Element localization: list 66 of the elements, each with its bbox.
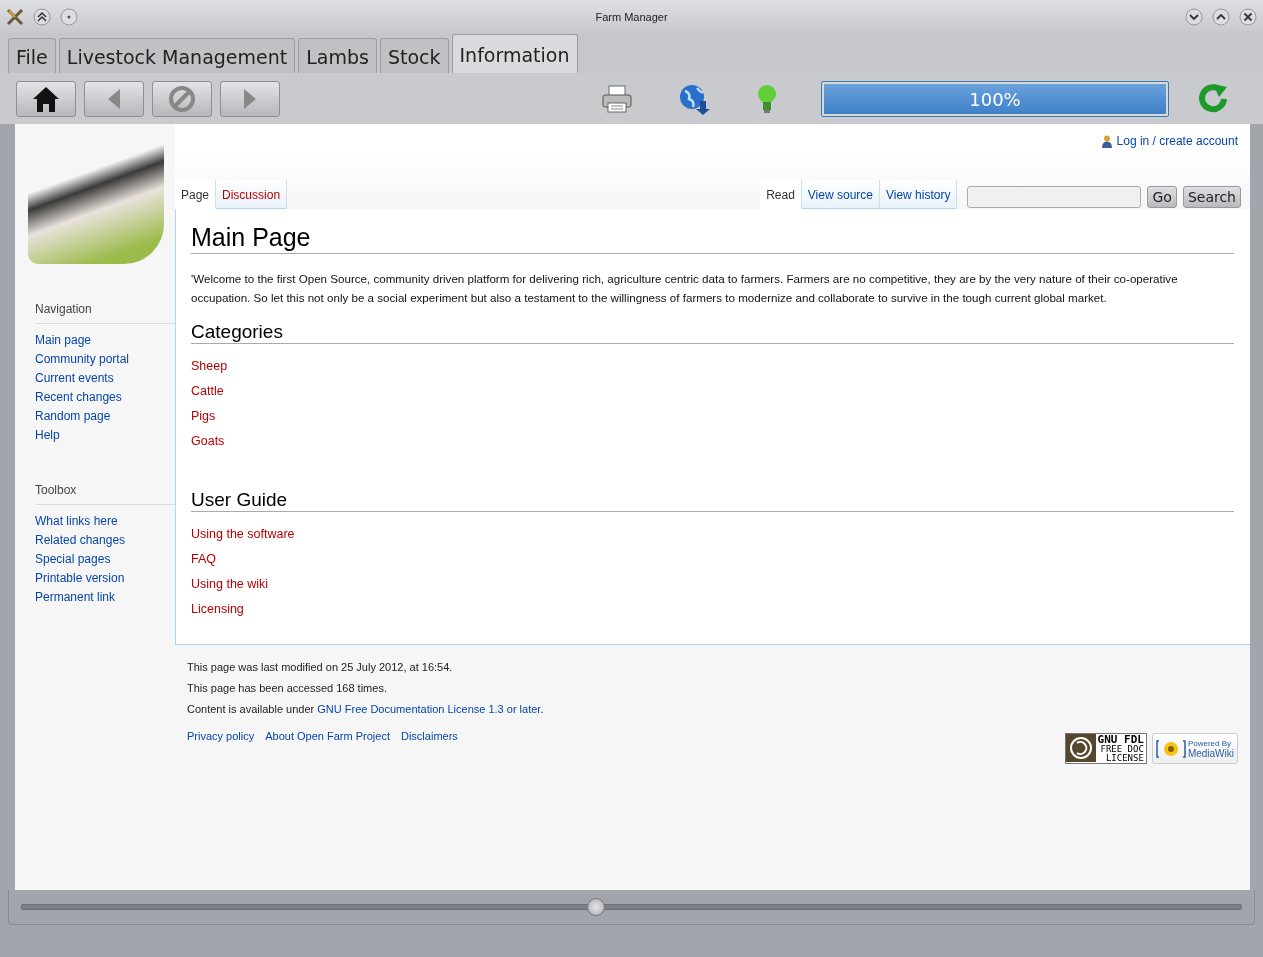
sidebar-link[interactable]: Current events <box>35 369 175 388</box>
sidebar-link[interactable]: Community portal <box>35 350 175 369</box>
go-button[interactable]: Go <box>1147 186 1177 208</box>
last-modified-text: This page was last modified on 25 July 2012, at 16:54. <box>187 661 454 673</box>
stop-icon <box>168 84 196 113</box>
tab[interactable]: Stock <box>379 38 449 73</box>
footer-link[interactable]: About Open Farm Project <box>265 730 390 742</box>
sticky-icon[interactable] <box>60 7 78 26</box>
access-count-text: This page has been accessed 168 times. <box>187 682 388 694</box>
content-link[interactable]: Sheep <box>191 354 1234 379</box>
sidebar-link[interactable]: What links here <box>35 512 175 531</box>
stop-button[interactable] <box>152 80 212 117</box>
back-button[interactable] <box>84 80 144 117</box>
page-tab[interactable]: Page <box>175 180 217 209</box>
slider-thumb[interactable] <box>586 898 605 916</box>
sidebar-link[interactable]: Main page <box>35 331 175 350</box>
app-icon[interactable] <box>6 7 24 26</box>
footer-link[interactable]: Disclaimers <box>401 730 458 742</box>
search-field[interactable] <box>967 186 1142 208</box>
globe-download-icon[interactable] <box>677 82 711 115</box>
home-button[interactable] <box>16 80 76 117</box>
zoom-slider[interactable] <box>21 898 1242 916</box>
window-title: Farm Manager <box>594 10 669 23</box>
content-link[interactable]: Goats <box>191 429 1234 454</box>
mediawiki-badge[interactable]: Powered By MediaWiki <box>1151 733 1238 764</box>
sidebar-link[interactable]: Random page <box>35 407 175 426</box>
sidebar-link[interactable]: Special pages <box>35 550 175 569</box>
printer-icon[interactable] <box>601 83 633 114</box>
content-link[interactable]: Using the wiki <box>191 572 1234 597</box>
content-link[interactable]: Cattle <box>191 379 1234 404</box>
minimize-icon[interactable] <box>1185 7 1203 26</box>
home-icon <box>31 84 61 113</box>
lightbulb-icon[interactable] <box>755 82 779 115</box>
tab[interactable]: Lambs <box>298 38 377 73</box>
view-tab[interactable]: View source <box>801 180 880 209</box>
section-heading: Categories <box>191 321 1234 344</box>
intro-paragraph: 'Welcome to the first Open Source, community driven platform for delivering rich, agriculture centric data to farmers. Farmers are no competitive, they are by the very nature of their co-operative occupation. So let this not only be a social experiment but also a testament to the willingness of farmers to modernize and collaborate to survive in the tough current global market. <box>191 271 1179 306</box>
content-link[interactable]: Using the software <box>191 522 1234 547</box>
tab[interactable]: File <box>8 38 56 73</box>
content-link[interactable]: FAQ <box>191 547 1234 572</box>
sidebar-link[interactable]: Related changes <box>35 531 175 550</box>
view-tab[interactable]: Read <box>760 180 802 209</box>
view-tab[interactable]: View history <box>880 180 958 209</box>
maximize-icon[interactable] <box>1212 7 1230 26</box>
footer-link[interactable]: Privacy policy <box>187 730 255 742</box>
sidebar-link[interactable]: Printable version <box>35 569 175 588</box>
close-icon[interactable] <box>1239 7 1257 26</box>
keep-above-icon[interactable] <box>33 7 51 26</box>
content-link[interactable]: Pigs <box>191 404 1234 429</box>
section-heading: User Guide <box>191 489 1234 512</box>
license-text: Content is available under GNU Free Documentation License 1.3 or later. <box>187 703 544 715</box>
tab[interactable]: Livestock Management <box>58 38 296 73</box>
tab[interactable]: Information <box>451 34 578 73</box>
gfdl-badge[interactable]: GNU FDL FREE DOC LICENSE <box>1064 733 1147 764</box>
sidebar-link[interactable]: Help <box>35 426 175 445</box>
progress-reading: 100% <box>968 88 1022 110</box>
page-title: Main Page <box>191 223 1234 254</box>
page-tab[interactable]: Discussion <box>216 180 288 209</box>
sidebar-link[interactable]: Permanent link <box>35 588 175 607</box>
forward-button[interactable] <box>220 80 280 117</box>
license-link[interactable]: GNU Free Documentation License 1.3 or later <box>317 703 541 715</box>
content-link[interactable]: Licensing <box>191 597 1234 622</box>
search-button[interactable]: Search <box>1182 186 1241 208</box>
user-icon <box>1101 134 1112 148</box>
sidebar-link[interactable]: Recent changes <box>35 388 175 407</box>
login-link[interactable]: Log in / create account <box>1116 134 1238 148</box>
